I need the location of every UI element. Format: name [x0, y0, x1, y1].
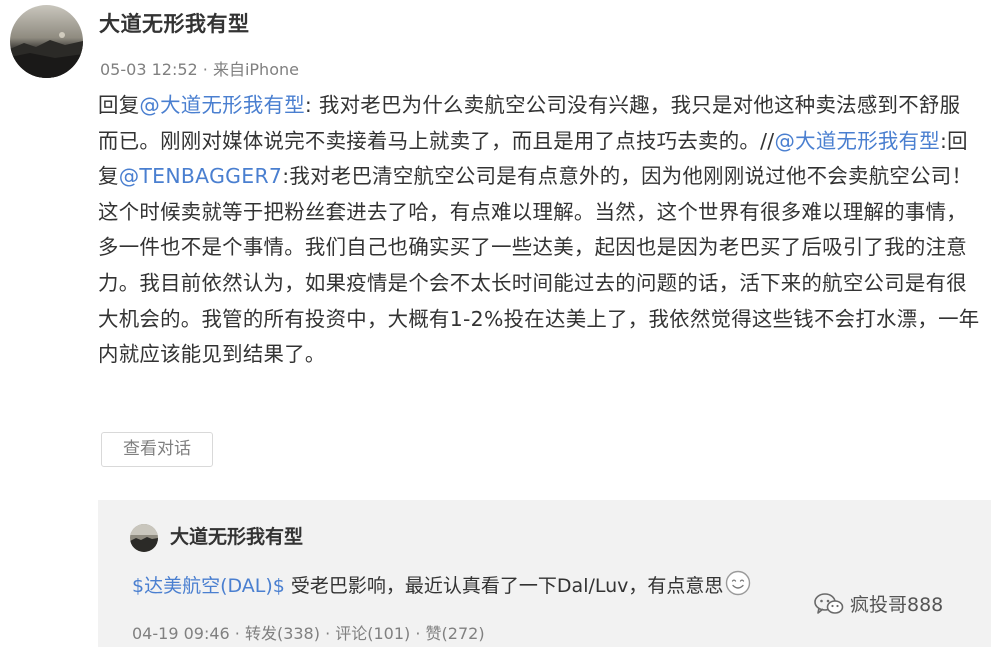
- view-conversation-button[interactable]: 查看对话: [101, 432, 213, 467]
- quoted-post[interactable]: 大道无形我有型 $达美航空(DAL)$ 受老巴影响，最近认真看了一下Dal/Lu…: [98, 500, 991, 647]
- like-count-link[interactable]: 赞(272): [426, 624, 485, 643]
- mention-link[interactable]: @大道无形我有型: [774, 129, 940, 153]
- meta-separator: ·: [319, 624, 336, 643]
- wechat-watermark: 疯投哥888: [814, 590, 943, 617]
- username[interactable]: 大道无形我有型: [99, 8, 250, 38]
- quoted-avatar[interactable]: [130, 524, 158, 552]
- smile-emoji-icon: [725, 570, 751, 601]
- post-body: 回复@大道无形我有型: 我对老巴为什么卖航空公司没有兴趣，我只是对他这种卖法感到…: [98, 88, 980, 373]
- mention-link[interactable]: @大道无形我有型: [139, 93, 305, 117]
- post-page: 大道无形我有型 05-03 12:52 · 来自iPhone 回复@大道无形我有…: [0, 0, 1000, 647]
- meta-separator: ·: [197, 60, 213, 79]
- avatar[interactable]: [10, 5, 83, 78]
- avatar-image: [10, 5, 83, 78]
- meta-separator: ·: [410, 624, 426, 643]
- body-text-segment: 回复: [98, 93, 140, 117]
- body-text-segment: :我对老巴清空航空公司是有点意外的，因为他刚刚说过他不会卖航空公司！这个时候卖就…: [98, 164, 980, 367]
- cashtag-link[interactable]: $达美航空(DAL)$: [132, 575, 285, 597]
- quoted-username[interactable]: 大道无形我有型: [170, 522, 303, 549]
- comment-count-link[interactable]: 评论(101): [335, 624, 410, 643]
- quoted-timestamp[interactable]: 04-19 09:46: [132, 624, 230, 643]
- watermark-text: 疯投哥888: [850, 594, 944, 616]
- quoted-meta: 04-19 09:46 · 转发(338) · 评论(101) · 赞(272): [132, 620, 485, 644]
- quoted-text: $达美航空(DAL)$ 受老巴影响，最近认真看了一下Dal/Luv，有点意思: [132, 570, 751, 601]
- post-meta: 05-03 12:52 · 来自iPhone: [100, 56, 299, 80]
- timestamp[interactable]: 05-03 12:52: [100, 60, 198, 79]
- quoted-text-body: 受老巴影响，最近认真看了一下Dal/Luv，有点意思: [284, 575, 724, 597]
- mention-link[interactable]: @TENBAGGER7: [119, 164, 283, 188]
- quoted-avatar-image: [130, 524, 158, 552]
- wechat-icon: [814, 593, 844, 614]
- post-source: 来自iPhone: [212, 60, 299, 79]
- repost-count-link[interactable]: 转发(338): [245, 624, 320, 643]
- meta-separator: ·: [229, 624, 245, 643]
